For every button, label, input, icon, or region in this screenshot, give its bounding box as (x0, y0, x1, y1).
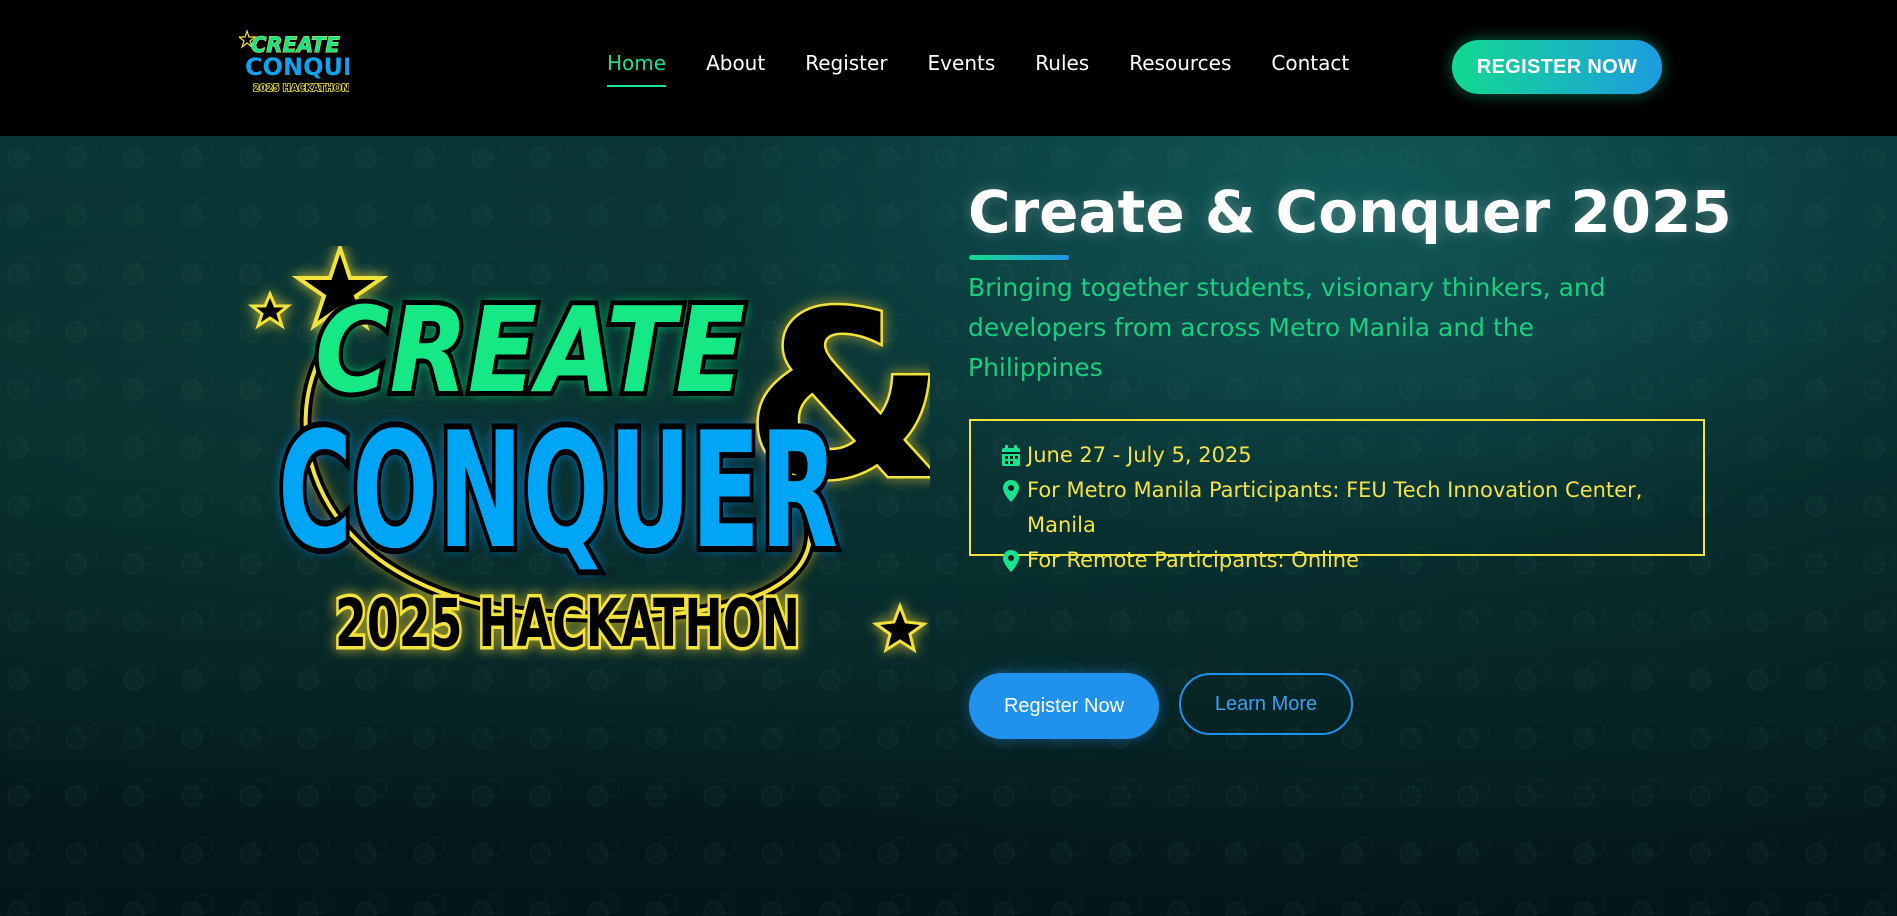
hero-corner-star-icon (871, 601, 929, 654)
nav-home[interactable]: Home (607, 51, 667, 87)
nav-resources[interactable]: Resources (1129, 51, 1231, 75)
nav-events[interactable]: Events (928, 51, 996, 75)
map-pin-icon (1003, 550, 1019, 572)
event-location-metro: For Metro Manila Participants: FEU Tech … (1001, 473, 1689, 543)
nav-contact[interactable]: Contact (1271, 51, 1349, 75)
header-register-now-button[interactable]: REGISTER NOW (1452, 40, 1662, 94)
site-header: CREATE CONQUER 2025 HACKATHON Home About… (0, 0, 1897, 136)
hero-small-star-icon (247, 290, 293, 330)
hackathon-hero-logo: & CREATE CONQUER 2025 HACKATHON (247, 246, 930, 666)
page-title: Create & Conquer 2025 (968, 178, 1732, 246)
learn-more-button[interactable]: Learn More (1179, 673, 1353, 735)
calendar-icon (1002, 445, 1020, 466)
register-now-button[interactable]: Register Now (969, 673, 1159, 739)
nav-rules[interactable]: Rules (1035, 51, 1089, 75)
hero-subtitle: Bringing together students, visionary th… (968, 273, 1606, 382)
hero-logo-hackathon: 2025 HACKATHON (335, 585, 800, 662)
event-location-remote: For Remote Participants: Online (1001, 543, 1689, 578)
title-underline (969, 255, 1069, 260)
nav-register[interactable]: Register (805, 51, 887, 75)
event-location-remote-text: For Remote Participants: Online (1027, 548, 1360, 572)
event-location-metro-text: For Metro Manila Participants: FEU Tech … (1027, 478, 1643, 537)
hero-section: & CREATE CONQUER 2025 HACKATHON Create &… (0, 136, 1897, 916)
event-info-box: June 27 - July 5, 2025 For Metro Manila … (969, 419, 1705, 572)
main-nav: Home About Register Events Rules Resourc… (607, 51, 1349, 87)
event-date: June 27 - July 5, 2025 (1001, 438, 1689, 473)
event-date-text: June 27 - July 5, 2025 (1027, 443, 1252, 467)
nav-about[interactable]: About (706, 51, 765, 75)
logo-text-hackathon: 2025 HACKATHON (253, 83, 349, 94)
logo-text-conquer: CONQUER (245, 53, 349, 81)
hero-logo-conquer: CONQUER (278, 397, 838, 584)
map-pin-icon (1003, 480, 1019, 502)
site-logo[interactable]: CREATE CONQUER 2025 HACKATHON (239, 28, 349, 98)
